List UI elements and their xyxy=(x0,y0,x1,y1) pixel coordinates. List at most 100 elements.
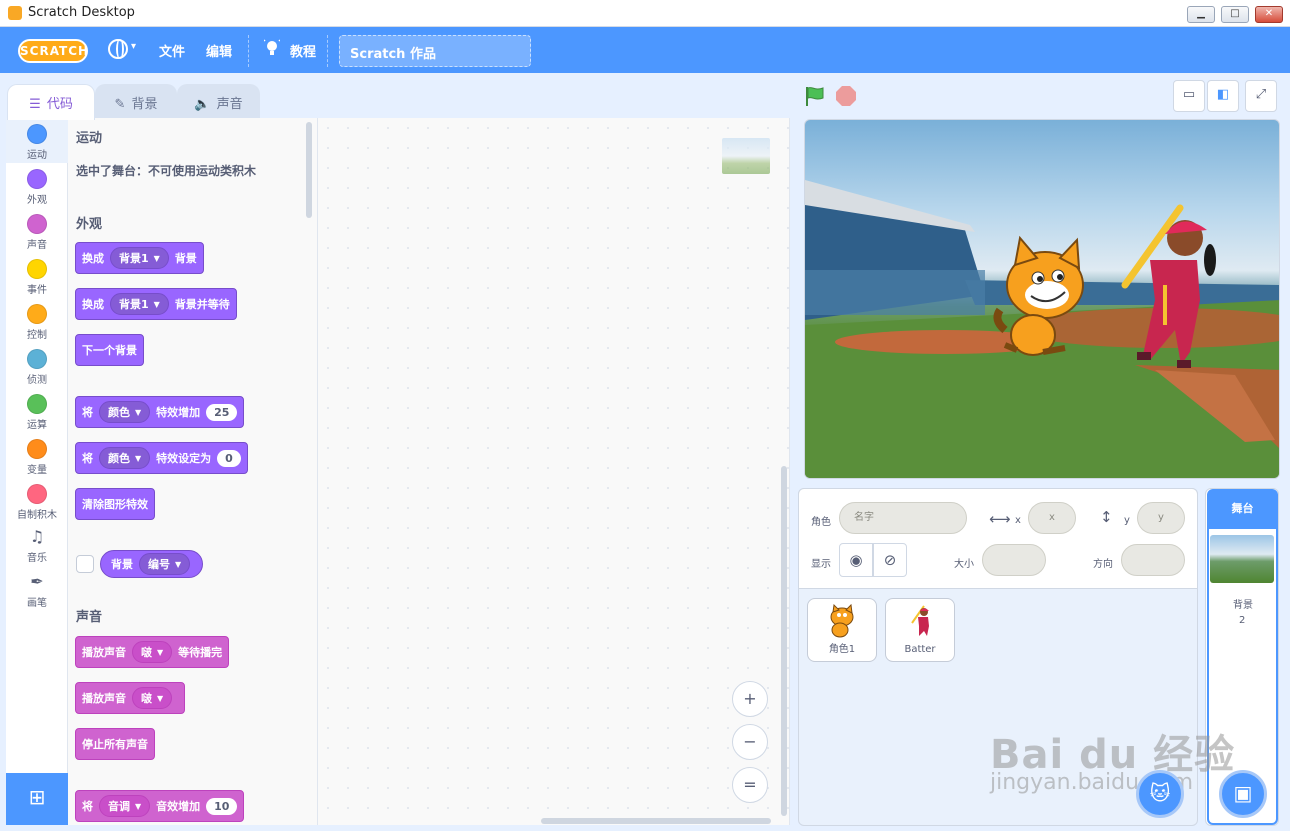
scratch-logo[interactable]: SCRATCH xyxy=(18,39,88,63)
file-menu[interactable]: 文件 xyxy=(159,41,185,60)
show-sprite-button[interactable]: ◉ xyxy=(839,543,873,577)
add-extension-button[interactable]: ⊞ xyxy=(6,773,68,825)
effect-value-input[interactable]: 0 xyxy=(217,449,241,467)
project-title-input[interactable]: Scratch 作品 xyxy=(339,35,531,67)
hide-sprite-button[interactable]: ⊘ xyxy=(873,543,907,577)
window-titlebar: Scratch Desktop ▁ □ ✕ xyxy=(0,0,1290,27)
small-stage-icon: ▭ xyxy=(1182,87,1196,102)
zoom-reset-icon: = xyxy=(743,775,757,794)
category-music[interactable]: ♫ 音乐 xyxy=(6,523,68,568)
add-extension-icon: ⊞ xyxy=(28,785,46,809)
normal-stage-icon: ◧ xyxy=(1216,87,1230,102)
block-backdrop-reporter[interactable]: 背景 编号 ▼ xyxy=(100,550,204,578)
motion-section-title: 运动 xyxy=(76,131,103,146)
zoom-in-button[interactable]: + xyxy=(732,681,768,717)
block-switch-backdrop[interactable]: 换成 背景1 ▼ 背景 xyxy=(75,242,204,274)
backdrop-dropdown[interactable]: 背景1 ▼ xyxy=(110,247,169,269)
category-motion[interactable]: 运动 xyxy=(6,118,68,163)
direction-input[interactable] xyxy=(1121,544,1185,576)
zoom-reset-button[interactable]: = xyxy=(732,767,768,803)
category-variables[interactable]: 变量 xyxy=(6,433,68,478)
fullscreen-button[interactable]: ⤢ xyxy=(1245,80,1277,112)
block-clear-effects[interactable]: 清除图形特效 xyxy=(75,488,155,520)
sound-effect-dropdown[interactable]: 音调 ▼ xyxy=(99,795,151,817)
palette-scrollbar[interactable] xyxy=(306,122,312,218)
sprite-name-input[interactable]: 名字 xyxy=(839,502,967,534)
sprite-name: Batter xyxy=(904,644,936,655)
block-set-effect[interactable]: 将 颜色 ▼ 特效设定为 0 xyxy=(75,442,248,474)
chevron-down-icon: ▼ xyxy=(135,407,142,417)
block-next-backdrop[interactable]: 下一个背景 xyxy=(75,334,144,366)
tab-code[interactable]: ☰ 代码 xyxy=(7,84,95,120)
size-label: 大小 xyxy=(954,559,974,570)
y-input[interactable]: y xyxy=(1137,502,1185,534)
globe-icon[interactable] xyxy=(108,39,128,59)
tutorials-menu[interactable]: 教程 xyxy=(290,41,316,60)
chevron-down-icon[interactable]: ▾ xyxy=(131,41,136,52)
effect-dropdown[interactable]: 颜色 ▼ xyxy=(99,401,151,423)
category-sound[interactable]: 声音 xyxy=(6,208,68,253)
choose-sprite-button[interactable]: 🐱 xyxy=(1136,770,1184,818)
menu-divider xyxy=(327,35,328,67)
control-dot xyxy=(27,304,47,324)
workspace-target-thumbnail xyxy=(722,138,770,174)
backdrop-property-dropdown[interactable]: 编号 ▼ xyxy=(139,553,191,575)
category-events[interactable]: 事件 xyxy=(6,253,68,298)
chevron-down-icon: ▼ xyxy=(135,801,142,811)
stop-icon[interactable] xyxy=(836,86,856,106)
normal-stage-button[interactable]: ◧ xyxy=(1207,80,1239,112)
sound-dot xyxy=(27,214,47,234)
fullscreen-icon: ⤢ xyxy=(1255,87,1267,102)
x-input[interactable]: x xyxy=(1028,502,1076,534)
close-button[interactable]: ✕ xyxy=(1255,6,1283,23)
sound-dropdown[interactable]: 啵 ▼ xyxy=(132,687,173,709)
maximize-button[interactable]: □ xyxy=(1221,6,1249,23)
workspace-horizontal-scrollbar[interactable] xyxy=(541,818,771,824)
menu-divider xyxy=(248,35,249,67)
scratch-app-icon xyxy=(8,6,22,20)
show-label: 显示 xyxy=(811,559,831,570)
chevron-down-icon: ▼ xyxy=(157,647,164,657)
category-pen[interactable]: ✒ 画笔 xyxy=(6,568,68,613)
sprite-tile[interactable]: Batter xyxy=(885,598,955,662)
image-icon: ▣ xyxy=(1233,781,1253,805)
category-looks[interactable]: 外观 xyxy=(6,163,68,208)
category-control[interactable]: 控制 xyxy=(6,298,68,343)
green-flag-icon[interactable] xyxy=(803,85,825,107)
variables-dot xyxy=(27,439,47,459)
tab-backdrops[interactable]: ✎ 背景 xyxy=(95,84,177,118)
size-input[interactable] xyxy=(982,544,1046,576)
sensing-dot xyxy=(27,349,47,369)
block-stop-all-sounds[interactable]: 停止所有声音 xyxy=(75,728,155,760)
sprite-tile[interactable]: 角色1 xyxy=(807,598,877,662)
choose-backdrop-button[interactable]: ▣ xyxy=(1219,770,1267,818)
tab-sounds[interactable]: 🔈 声音 xyxy=(177,84,260,118)
category-operators[interactable]: 运算 xyxy=(6,388,68,433)
lightbulb-icon[interactable] xyxy=(264,39,280,57)
my-blocks-dot xyxy=(27,484,47,504)
backdrop-monitor-checkbox[interactable] xyxy=(76,555,94,573)
minimize-button[interactable]: ▁ xyxy=(1187,6,1215,23)
workspace-vertical-scrollbar[interactable] xyxy=(781,466,787,816)
block-change-sound-effect[interactable]: 将 音调 ▼ 音效增加 10 xyxy=(75,790,245,822)
backdrop-dropdown[interactable]: 背景1 ▼ xyxy=(110,293,169,315)
small-stage-button[interactable]: ▭ xyxy=(1173,80,1205,112)
script-workspace[interactable] xyxy=(318,118,790,825)
block-change-effect[interactable]: 将 颜色 ▼ 特效增加 25 xyxy=(75,396,245,428)
edit-menu[interactable]: 编辑 xyxy=(206,41,232,60)
stage-panel-title: 舞台 xyxy=(1207,489,1278,529)
category-sensing[interactable]: 侦测 xyxy=(6,343,68,388)
sound-effect-amount-input[interactable]: 10 xyxy=(206,797,238,815)
block-play-sound-until-done[interactable]: 播放声音 啵 ▼ 等待播完 xyxy=(75,636,230,668)
eye-off-icon: ⊘ xyxy=(883,551,897,569)
category-my-blocks[interactable]: 自制积木 xyxy=(6,478,68,523)
sound-dropdown[interactable]: 啵 ▼ xyxy=(132,641,173,663)
brush-icon: ✎ xyxy=(114,97,126,112)
watermark: Bai du 经验 jingyan.baidu.com xyxy=(990,732,1236,795)
effect-amount-input[interactable]: 25 xyxy=(206,403,238,421)
zoom-out-button[interactable]: − xyxy=(732,724,768,760)
block-start-sound[interactable]: 播放声音 啵 ▼ xyxy=(75,682,186,714)
stage-canvas[interactable] xyxy=(804,119,1280,479)
block-switch-backdrop-wait[interactable]: 换成 背景1 ▼ 背景并等待 xyxy=(75,288,237,320)
effect-dropdown[interactable]: 颜色 ▼ xyxy=(99,447,151,469)
